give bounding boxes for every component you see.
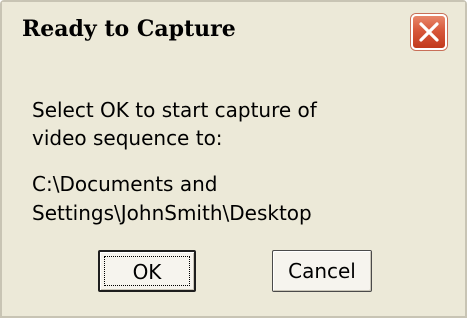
ok-button[interactable]: OK bbox=[98, 250, 196, 292]
destination-path-line-1: C:\Documents and bbox=[32, 172, 218, 196]
cancel-button[interactable]: Cancel bbox=[272, 250, 372, 292]
ok-button-label: OK bbox=[104, 256, 190, 286]
message-line-1: Select OK to start capture of bbox=[32, 98, 317, 122]
ready-to-capture-dialog: Ready to Capture Select OK to start capt… bbox=[0, 0, 467, 318]
destination-path-line-2: Settings\JohnSmith\Desktop bbox=[32, 201, 312, 225]
close-button[interactable] bbox=[411, 14, 447, 50]
close-icon bbox=[419, 22, 439, 42]
title-bar[interactable]: Ready to Capture bbox=[2, 2, 465, 62]
message-line-2: video sequence to: bbox=[32, 126, 223, 150]
dialog-title: Ready to Capture bbox=[22, 16, 236, 42]
